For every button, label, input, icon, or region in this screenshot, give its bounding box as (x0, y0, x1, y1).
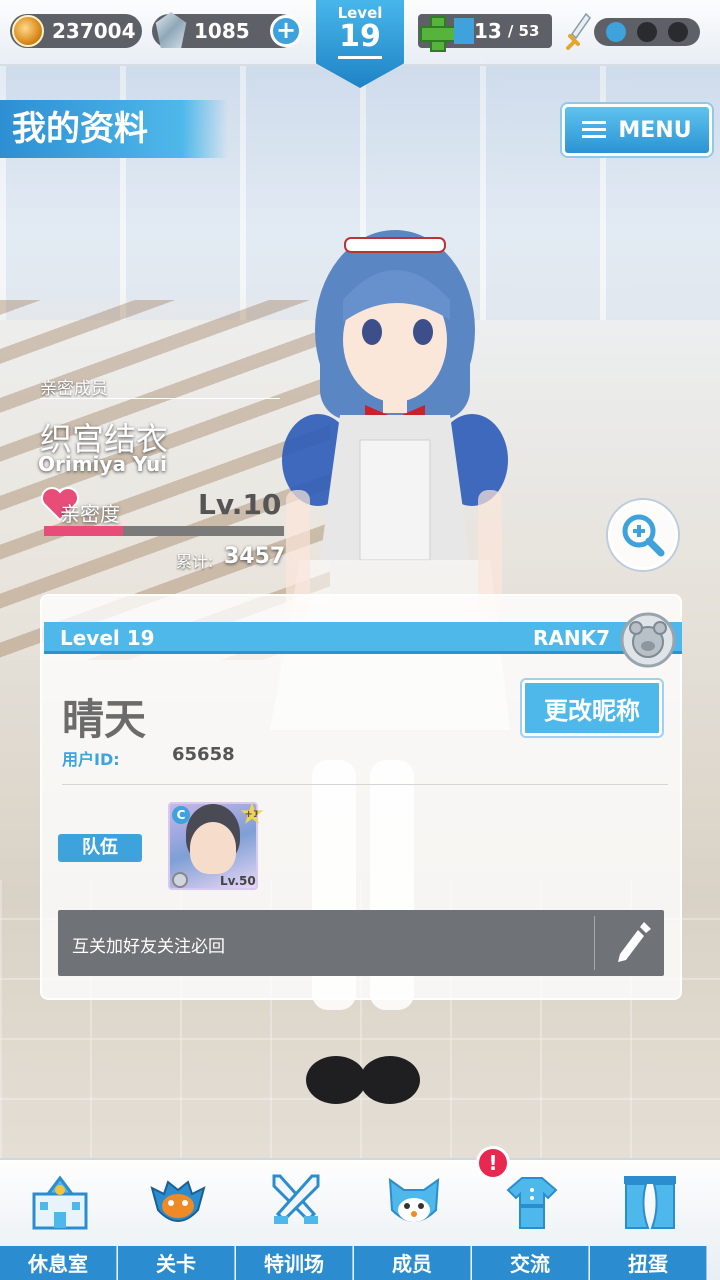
dress-icon (506, 1177, 558, 1229)
menu-button-label: MENU (618, 117, 692, 143)
level-badge-underline (338, 56, 382, 59)
affinity-progress-bar (44, 526, 284, 536)
bio-divider (594, 916, 595, 970)
sword-slots (566, 12, 702, 50)
profile-card: Level 19 RANK7 晴天 用户ID: 65658 更改昵称 队伍 C … (40, 594, 682, 1000)
bio-text: 互关加好友关注必回 (72, 937, 225, 957)
change-nickname-button[interactable]: 更改昵称 (522, 680, 662, 736)
menu-button[interactable]: MENU (562, 104, 712, 156)
profile-card-header: Level 19 RANK7 (44, 622, 682, 654)
coin-icon (12, 15, 44, 47)
notification-badge: ! (476, 1146, 510, 1180)
affinity-label: 亲密度 (60, 502, 120, 526)
affinity-total-value: 3457 (224, 544, 286, 569)
level-badge-value: 19 (339, 19, 381, 54)
nav-item-training[interactable]: 特训场 (236, 1160, 354, 1280)
team-card-level: Lv.50 (220, 874, 256, 888)
player-nickname: 晴天 (62, 695, 147, 744)
page-title: 我的资料 (0, 100, 228, 158)
gem-amount: 1085 (194, 19, 250, 43)
coin-counter: 237004 (10, 14, 142, 48)
edit-bio-button[interactable] (598, 910, 664, 976)
member-romaji-name: Orimiya Yui (38, 452, 168, 476)
pencil-icon (618, 922, 651, 962)
stamina-max: / 53 (507, 22, 540, 40)
zoom-in-icon (622, 514, 665, 557)
user-id-value: 65658 (172, 744, 235, 765)
card-divider (62, 784, 668, 785)
add-gems-button[interactable]: + (270, 15, 302, 47)
nav-label-members: 成员 (354, 1246, 471, 1280)
sword-slot-indicators (594, 18, 700, 46)
top-status-bar: 237004 1085 + Level 19 13 / 53 (0, 0, 720, 88)
nav-label-lounge: 休息室 (0, 1246, 117, 1280)
nav-item-gacha[interactable]: 扭蛋 (590, 1160, 708, 1280)
affinity-progress-fill (44, 526, 124, 536)
sword-icon (566, 12, 591, 50)
gem-counter: 1085 + (152, 12, 302, 48)
team-card-class-badge: C (172, 806, 190, 824)
crossed-swords-icon (272, 1174, 320, 1224)
team-member-card[interactable]: C +1 Lv.50 (168, 802, 264, 892)
sword-slot-1 (605, 22, 626, 42)
hamburger-icon (582, 121, 607, 139)
profile-rank: RANK7 (532, 626, 610, 650)
nav-item-members[interactable]: 成员 (354, 1160, 472, 1280)
affinity-total-label: 累计: (176, 552, 214, 571)
monster-icon (150, 1180, 206, 1222)
cat-mascot-icon (388, 1177, 440, 1222)
nav-item-lounge[interactable]: 休息室 (0, 1160, 118, 1280)
bio-box: 互关加好友关注必回 (58, 910, 664, 976)
bottom-navigation: 休息室 关卡 特训场 成员 交流 扭蛋 (0, 1158, 720, 1280)
nav-label-stages: 关卡 (118, 1246, 235, 1280)
stamina-fill (454, 18, 474, 44)
stamina-counter[interactable]: 13 / 53 (418, 14, 552, 52)
coin-amount: 237004 (52, 19, 136, 43)
team-member-face (190, 822, 236, 874)
sword-slot-2 (636, 22, 657, 42)
sword-slot-3 (668, 22, 689, 42)
nav-label-gacha: 扭蛋 (590, 1246, 707, 1280)
member-divider (40, 398, 280, 399)
nav-label-social: 交流 (472, 1246, 589, 1280)
team-card-gear-icon (172, 872, 188, 888)
intimate-member-label: 亲密成员 (40, 379, 108, 399)
curtain-icon (624, 1176, 676, 1229)
team-label: 队伍 (58, 834, 142, 862)
user-id-label: 用户ID: (62, 750, 120, 769)
nav-label-training: 特训场 (236, 1246, 353, 1280)
gem-icon (155, 12, 187, 48)
rank-emblem-icon (620, 612, 676, 668)
background-windows (0, 60, 720, 320)
profile-level: Level 19 (60, 626, 155, 650)
zoom-button[interactable] (608, 500, 678, 570)
affinity-level: Lv.10 (198, 488, 282, 521)
stamina-plus-icon (418, 14, 456, 52)
building-icon (32, 1175, 88, 1230)
nav-item-stages[interactable]: 关卡 (118, 1160, 236, 1280)
stamina-current: 13 (474, 19, 502, 43)
